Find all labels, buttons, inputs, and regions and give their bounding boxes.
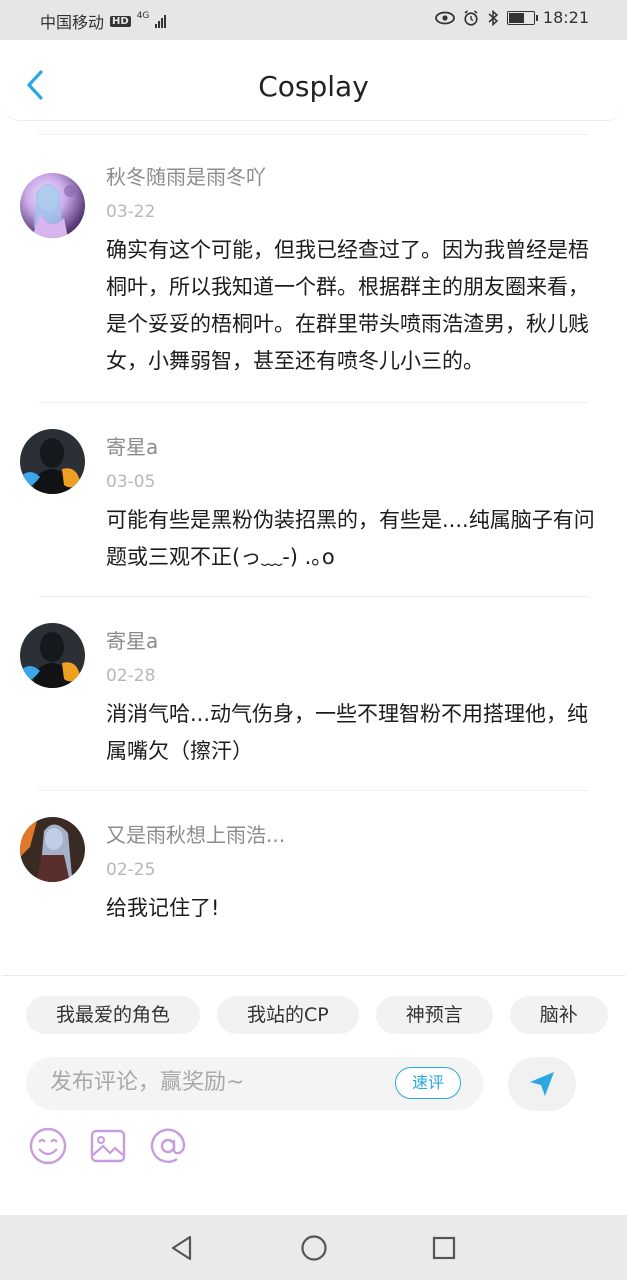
comment-item: 寄星a 03-05 可能有些是黑粉伪装招黑的，有些是....纯属脑子有问题或三观… bbox=[0, 403, 627, 576]
avatar[interactable] bbox=[20, 429, 85, 494]
battery-icon bbox=[506, 10, 538, 25]
comment-input-box[interactable]: 速评 bbox=[26, 1057, 483, 1110]
comment-text: 给我记住了! bbox=[106, 896, 220, 920]
comment-date: 02-25 bbox=[106, 860, 156, 880]
emoji-icon[interactable] bbox=[28, 1126, 68, 1166]
comment-date: 03-22 bbox=[106, 202, 156, 222]
page-title: Cosplay bbox=[258, 70, 369, 103]
system-nav-bar bbox=[0, 1215, 627, 1280]
comment-date: 02-28 bbox=[106, 666, 156, 686]
comment-item: 秋冬随雨是雨冬吖 03-22 确实有这个可能，但我已经查过了。因为我曾经是梧桐叶… bbox=[0, 135, 627, 380]
comment-username[interactable]: 又是雨秋想上雨浩... bbox=[106, 819, 609, 848]
comment-username[interactable]: 寄星a bbox=[106, 431, 609, 460]
comment-item: 又是雨秋想上雨浩... 02-25 给我记住了! bbox=[0, 791, 627, 927]
comment-text: 消消气哈...动气伤身，一些不理智粉不用搭理他，纯属嘴欠（擦汗） bbox=[106, 702, 589, 763]
at-icon[interactable] bbox=[148, 1126, 188, 1166]
send-button[interactable] bbox=[508, 1057, 576, 1111]
carrier-name: 中国移动 bbox=[40, 13, 105, 32]
top-bar: Cosplay bbox=[2, 40, 625, 121]
signal-icon bbox=[155, 14, 167, 28]
comment-list[interactable]: 秋冬随雨是雨冬吖 03-22 确实有这个可能，但我已经查过了。因为我曾经是梧桐叶… bbox=[0, 122, 627, 974]
comment-username[interactable]: 秋冬随雨是雨冬吖 bbox=[106, 161, 609, 190]
send-icon bbox=[530, 1072, 554, 1096]
topic-chip[interactable]: 脑补 bbox=[509, 996, 608, 1034]
composer-tools bbox=[28, 1126, 188, 1166]
alarm-icon bbox=[464, 9, 478, 26]
avatar[interactable] bbox=[20, 623, 85, 688]
bluetooth-icon bbox=[488, 9, 499, 26]
topic-chips: 我最爱的角色 我站的CP 神预言 脑补 bbox=[26, 996, 608, 1034]
clock: 18:21 bbox=[542, 8, 589, 27]
recents-square-icon[interactable] bbox=[430, 1233, 458, 1263]
avatar[interactable] bbox=[20, 173, 85, 238]
comment-date: 03-05 bbox=[106, 472, 156, 492]
hd-badge: HD bbox=[110, 15, 131, 27]
comment-text: 可能有些是黑粉伪装招黑的，有些是....纯属脑子有问题或三观不正(っ﹏-) .｡… bbox=[106, 508, 595, 569]
eye-icon bbox=[434, 11, 455, 24]
back-triangle-icon[interactable] bbox=[168, 1233, 196, 1263]
topic-chip[interactable]: 我最爱的角色 bbox=[26, 996, 201, 1034]
comment-username[interactable]: 寄星a bbox=[106, 625, 609, 654]
avatar[interactable] bbox=[20, 817, 85, 882]
comment-input[interactable] bbox=[48, 1069, 382, 1096]
status-bar: 中国移动 HD 4G 18:21 bbox=[0, 0, 627, 40]
image-icon[interactable] bbox=[88, 1126, 128, 1166]
topic-chip[interactable]: 神预言 bbox=[375, 996, 493, 1034]
comment-composer: 我最爱的角色 我站的CP 神预言 脑补 速评 bbox=[2, 975, 625, 1216]
network-type: 4G bbox=[136, 11, 150, 21]
quick-comment-button[interactable]: 速评 bbox=[394, 1067, 461, 1099]
topic-chip[interactable]: 我站的CP bbox=[217, 996, 359, 1034]
comment-text: 确实有这个可能，但我已经查过了。因为我曾经是梧桐叶，所以我知道一个群。根据群主的… bbox=[106, 238, 589, 373]
home-circle-icon[interactable] bbox=[299, 1233, 329, 1263]
comment-item: 寄星a 02-28 消消气哈...动气伤身，一些不理智粉不用搭理他，纯属嘴欠（擦… bbox=[0, 597, 627, 770]
